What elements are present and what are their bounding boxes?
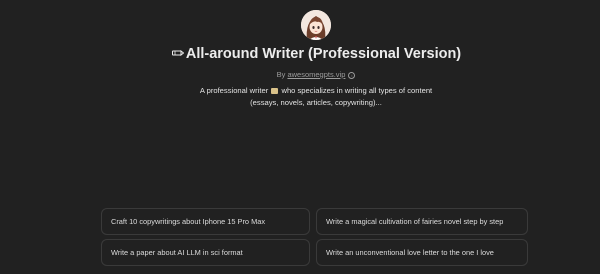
starter-label: Write an unconventional love letter to t…: [326, 248, 494, 257]
gpt-description: A professional writer who specializes in…: [0, 85, 600, 109]
conversation-starter-button[interactable]: Write a magical cultivation of fairies n…: [316, 208, 528, 235]
description-line-2: (essays, novels, articles, copywriting).…: [250, 98, 382, 107]
starter-label: Write a magical cultivation of fairies n…: [326, 217, 504, 226]
author-link[interactable]: awesomegpts.vip: [287, 70, 345, 79]
starter-label: Craft 10 copywritings about Iphone 15 Pr…: [111, 217, 266, 226]
gpt-title-text: All-around Writer (Professional Version): [185, 46, 462, 62]
conversation-starter-button[interactable]: Write a paper about AI LLM in sci format: [101, 239, 310, 266]
description-text-a: A professional writer: [199, 86, 269, 95]
anime-girl-avatar-icon: [301, 10, 331, 40]
description-text-b: who specializes in writing all types of …: [281, 86, 433, 95]
description-line-1: A professional writer who specializes in…: [0, 85, 600, 97]
pencil-icon: [171, 45, 185, 61]
gpt-landing: All-around Writer (Professional Version)…: [0, 0, 600, 274]
byline-prefix: By: [276, 70, 286, 79]
starter-label: Write a paper about AI LLM in sci format: [111, 248, 243, 257]
gpt-title: All-around Writer (Professional Version): [0, 46, 600, 62]
info-icon[interactable]: i: [348, 71, 356, 79]
conversation-starter-button[interactable]: Craft 10 copywritings about Iphone 15 Pr…: [101, 208, 310, 235]
conversation-starter-button[interactable]: Write an unconventional love letter to t…: [316, 239, 528, 266]
byline: By awesomegpts.vip i: [0, 70, 600, 79]
scroll-icon: [271, 88, 279, 94]
